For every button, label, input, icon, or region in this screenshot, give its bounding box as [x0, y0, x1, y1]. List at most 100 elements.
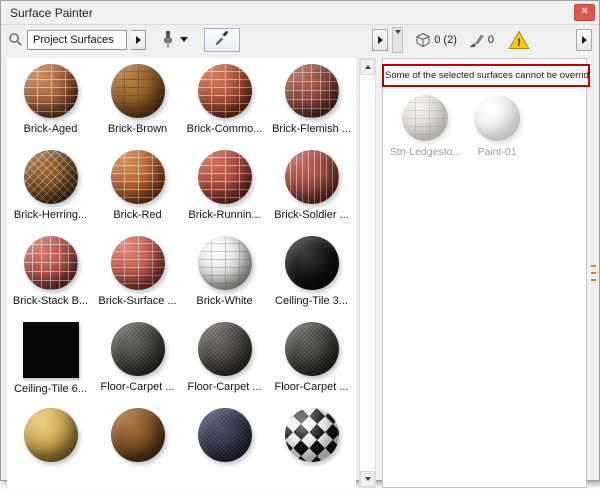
content-area: Brick-Aged Brick-Brown Brick-Commo... Br…	[1, 56, 599, 496]
material-item[interactable]: Brick-White	[181, 230, 268, 316]
material-preview	[24, 236, 78, 290]
chevron-right-icon	[582, 36, 587, 44]
material-preview	[111, 64, 165, 118]
material-label: Brick-Stack B...	[13, 295, 88, 307]
search-icon	[8, 32, 23, 47]
material-item[interactable]: Brick-Brown	[94, 58, 181, 144]
material-preview	[285, 408, 339, 462]
material-preview	[111, 408, 165, 462]
material-preview	[24, 408, 78, 462]
material-item[interactable]: Brick-Commo...	[181, 58, 268, 144]
selected-materials-list: Stn-Ledgesto... Paint-01	[383, 95, 586, 158]
material-item[interactable]: Brick-Runnin...	[181, 144, 268, 230]
material-item[interactable]: Brick-Flemish ...	[268, 58, 355, 144]
material-item[interactable]: Floor-Carpet ...	[94, 316, 181, 402]
override-warning-message: Some of the selected surfaces cannot be …	[382, 64, 590, 87]
material-preview	[111, 236, 165, 290]
material-item[interactable]: Brick-Red	[94, 144, 181, 230]
material-item[interactable]: Brick-Surface ...	[94, 230, 181, 316]
material-item[interactable]	[181, 402, 268, 488]
material-item[interactable]	[94, 402, 181, 488]
eyedropper-icon	[214, 29, 230, 50]
eyedropper-button[interactable]	[204, 28, 240, 52]
close-icon: ✕	[580, 6, 588, 17]
material-item[interactable]: Brick-Soldier ...	[268, 144, 355, 230]
material-item[interactable]: Stn-Ledgesto...	[389, 95, 461, 158]
arrow-down-icon	[365, 477, 371, 481]
window-title: Surface Painter	[10, 6, 574, 20]
grip-dash-icon	[591, 272, 596, 274]
paint-count: 0	[488, 34, 494, 46]
grid-scrollbar[interactable]	[359, 58, 376, 488]
material-label: Floor-Carpet ...	[188, 381, 262, 393]
material-item[interactable]: Ceiling-Tile 6...	[7, 316, 94, 402]
material-item[interactable]: Floor-Carpet ...	[268, 316, 355, 402]
material-preview	[23, 322, 79, 378]
material-label: Ceiling-Tile 6...	[14, 383, 87, 395]
panel-grip[interactable]	[589, 58, 598, 488]
material-label: Stn-Ledgesto...	[390, 146, 460, 158]
material-preview	[24, 150, 78, 204]
paintbrush-icon	[469, 32, 485, 48]
scrollbar-track[interactable]	[360, 75, 375, 471]
material-label: Brick-Brown	[108, 123, 167, 135]
chevron-right-icon	[378, 36, 383, 44]
material-preview	[111, 150, 165, 204]
surface-painter-window: Surface Painter ✕ Project Surfaces	[0, 0, 600, 481]
paint-tool-dropdown-icon[interactable]	[180, 37, 188, 42]
warning-exclamation: !	[508, 30, 530, 50]
surface-catalog-value: Project Surfaces	[33, 34, 114, 46]
expand-panel-left-button[interactable]	[372, 29, 388, 51]
warning-text: Some of the selected surfaces cannot be …	[385, 70, 590, 81]
material-preview	[24, 64, 78, 118]
paint-tool-icon[interactable]	[160, 30, 176, 49]
chevron-right-icon	[136, 36, 141, 44]
scroll-down-button[interactable]	[360, 471, 375, 487]
material-item[interactable]: Floor-Carpet ...	[181, 316, 268, 402]
material-label: Brick-Runnin...	[188, 209, 260, 221]
material-label: Brick-Herring...	[14, 209, 87, 221]
warning-indicator[interactable]: !	[508, 30, 530, 50]
material-preview	[285, 150, 339, 204]
material-label: Ceiling-Tile 3...	[275, 295, 348, 307]
material-item[interactable]	[268, 402, 355, 488]
selected-surfaces-panel: Some of the selected surfaces cannot be …	[382, 58, 587, 488]
material-label: Brick-Surface ...	[98, 295, 176, 307]
grip-dash-icon	[591, 265, 596, 267]
grip-dash-icon	[591, 279, 596, 281]
material-item[interactable]: Brick-Herring...	[7, 144, 94, 230]
titlebar[interactable]: Surface Painter ✕	[1, 1, 599, 25]
material-label: Brick-Flemish ...	[272, 123, 351, 135]
material-label: Floor-Carpet ...	[101, 381, 175, 393]
material-label: Brick-White	[196, 295, 252, 307]
material-preview	[198, 322, 252, 376]
material-preview	[198, 408, 252, 462]
material-preview	[111, 322, 165, 376]
material-label: Brick-Commo...	[187, 123, 263, 135]
material-item[interactable]: Brick-Aged	[7, 58, 94, 144]
selected-elements-counter: 0 (2)	[415, 32, 457, 48]
material-grid: Brick-Aged Brick-Brown Brick-Commo... Br…	[7, 58, 356, 488]
surface-catalog-combo[interactable]: Project Surfaces	[27, 30, 127, 50]
material-label: Brick-Aged	[24, 123, 78, 135]
close-button[interactable]: ✕	[574, 4, 595, 21]
toolbar: Project Surfaces 0 (2)	[1, 25, 599, 56]
material-label: Floor-Carpet ...	[275, 381, 349, 393]
expand-panel-right-button[interactable]	[576, 29, 592, 51]
material-preview	[198, 64, 252, 118]
material-preview	[198, 150, 252, 204]
material-item[interactable]: Ceiling-Tile 3...	[268, 230, 355, 316]
material-item[interactable]: Brick-Stack B...	[7, 230, 94, 316]
material-label: Brick-Red	[113, 209, 161, 221]
material-preview	[474, 95, 520, 141]
element-count: 0 (2)	[434, 34, 457, 46]
arrow-up-icon	[365, 65, 371, 69]
element-cube-icon	[415, 32, 431, 48]
material-preview	[198, 236, 252, 290]
material-preview	[285, 236, 339, 290]
toolbar-splitter[interactable]	[392, 27, 403, 53]
surface-catalog-dropdown-button[interactable]	[131, 30, 146, 50]
material-item[interactable]	[7, 402, 94, 488]
scroll-up-button[interactable]	[360, 59, 375, 75]
material-item[interactable]: Paint-01	[461, 95, 533, 158]
